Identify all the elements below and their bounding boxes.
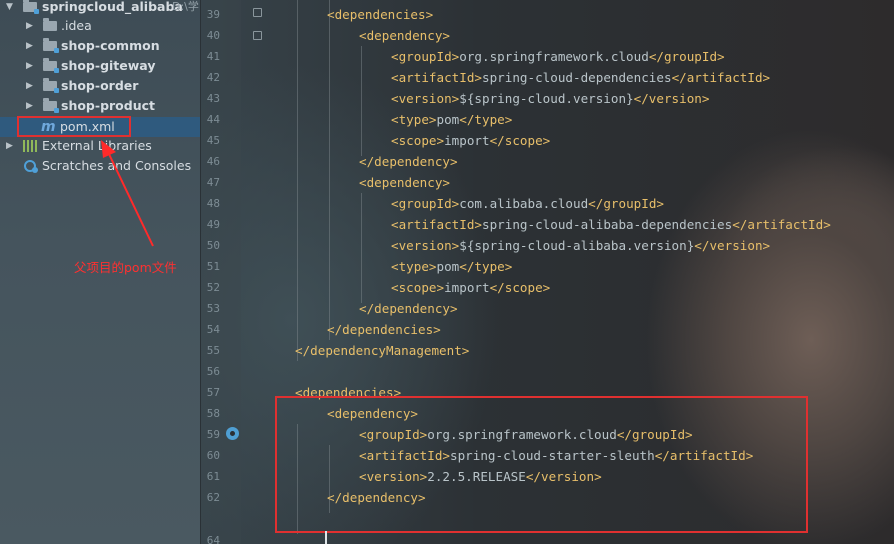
xml-tag: <dependency> [359,175,450,190]
line-number: 46 [206,155,220,168]
code-line[interactable]: </dependencies> [327,319,441,340]
xml-tag: </dependency> [359,154,458,169]
line-number: 41 [206,50,220,63]
xml-text: pom [436,112,460,127]
code-line[interactable]: <dependency> [359,172,450,193]
code-editor[interactable]: <dependencies> <dependency> <groupId>org.s… [201,0,894,544]
code-line[interactable]: </dependency> [359,151,458,172]
xml-tag: <version> [391,91,460,106]
xml-tag: </dependencyManagement> [295,343,470,358]
code-line[interactable]: <version>${spring-cloud.version}</versio… [391,88,709,109]
line-number: 57 [206,386,220,399]
line-number: 58 [206,407,220,420]
code-line[interactable]: </dependencyManagement> [295,340,469,361]
line-number: 50 [206,239,220,252]
xml-tag: </scope> [489,280,551,295]
line-number: 51 [206,260,220,273]
xml-tag: <groupId> [391,196,460,211]
run-gutter-icon[interactable] [226,427,239,440]
line-number: 56 [206,365,220,378]
xml-text: ${spring-cloud.version} [459,91,634,106]
xml-text: import [444,133,490,148]
indent-guide [329,0,330,340]
project-tool-window: ▼ springcloud_alibaba D:\学 ▶ .idea ▶ sho… [0,0,201,544]
annotation-arrow-icon [101,140,154,247]
xml-tag: <artifactId> [391,217,482,232]
code-line[interactable]: <type>pom</type> [391,256,512,277]
line-number: 59 [206,428,220,441]
xml-tag: </groupId> [588,196,664,211]
indent-guide [297,0,298,361]
annotation-label: 父项目的pom文件 [74,260,177,275]
line-number: 44 [206,113,220,126]
xml-tag: <scope> [391,280,445,295]
line-number: 64 [206,534,220,544]
line-number: 62 [206,491,220,504]
line-number: 45 [206,134,220,147]
line-number: 43 [206,92,220,105]
xml-text: ${spring-cloud-alibaba.version} [459,238,695,253]
xml-tag: <artifactId> [391,70,482,85]
line-number: 52 [206,281,220,294]
sleuth-dependency-highlight-box [275,396,808,533]
xml-tag: <groupId> [391,49,460,64]
xml-tag: </artifactId> [732,217,831,232]
xml-text: spring-cloud-dependencies [482,70,672,85]
line-number: 49 [206,218,220,231]
code-line[interactable]: <dependency> [359,25,450,46]
line-number: 47 [206,176,220,189]
xml-text: com.alibaba.cloud [459,196,589,211]
xml-tag: <scope> [391,133,445,148]
text-caret [325,531,327,544]
line-number: 48 [206,197,220,210]
line-number: 54 [206,323,220,336]
fold-marker-icon[interactable] [253,8,262,17]
xml-text: pom [436,259,460,274]
fold-marker-icon[interactable] [253,31,262,40]
code-line[interactable]: <groupId>com.alibaba.cloud</groupId> [391,193,664,214]
xml-tag: <type> [391,259,437,274]
line-number: 61 [206,470,220,483]
line-number: 53 [206,302,220,315]
xml-text: import [444,280,490,295]
code-line[interactable]: </dependency> [359,298,458,319]
code-line[interactable]: <artifactId>spring-cloud-dependencies</a… [391,67,770,88]
xml-text: org.springframework.cloud [459,49,649,64]
xml-tag: </groupId> [648,49,725,64]
xml-tag: </dependency> [359,301,458,316]
line-number: 40 [206,29,220,42]
xml-tag: </version> [633,91,710,106]
code-line[interactable]: <type>pom</type> [391,109,512,130]
code-line[interactable]: <version>${spring-cloud-alibaba.version}… [391,235,770,256]
xml-tag: <type> [391,112,437,127]
line-number: 60 [206,449,220,462]
indent-guide [361,193,362,303]
line-number: 39 [206,8,220,21]
xml-text: spring-cloud-alibaba-dependencies [482,217,733,232]
xml-tag: </dependencies> [327,322,441,337]
code-line[interactable]: <groupId>org.springframework.cloud</grou… [391,46,725,67]
xml-tag: </version> [694,238,771,253]
xml-tag: <version> [391,238,460,253]
xml-tag: <dependencies> [327,7,434,22]
line-number: 42 [206,71,220,84]
line-number: 55 [206,344,220,357]
indent-guide [361,46,362,156]
xml-tag: </scope> [489,133,551,148]
code-line[interactable]: <dependencies> [327,4,433,25]
xml-tag: </type> [459,112,513,127]
code-line[interactable]: <scope>import</scope> [391,130,550,151]
code-line[interactable]: <scope>import</scope> [391,277,550,298]
code-line[interactable]: <artifactId>spring-cloud-alibaba-depende… [391,214,831,235]
xml-tag: </artifactId> [671,70,771,85]
xml-tag: </type> [459,259,513,274]
xml-tag: <dependency> [359,28,450,43]
